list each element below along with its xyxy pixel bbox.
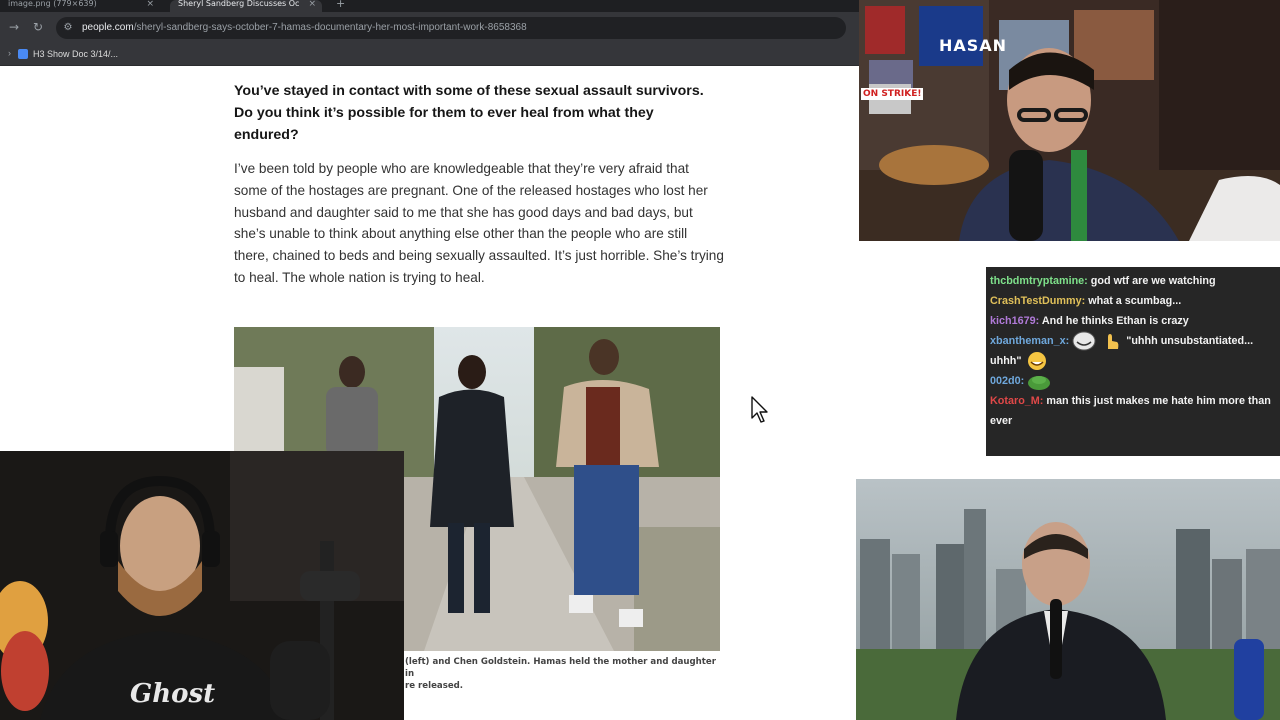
interview-question: You’ve stayed in contact with some of th… bbox=[234, 83, 704, 143]
shirt-logo-text: Ghost bbox=[130, 679, 216, 709]
url-path: /sheryl-sandberg-says-october-7-hamas-do… bbox=[133, 22, 527, 33]
close-tab-icon[interactable]: × bbox=[308, 0, 316, 9]
chat-username: 002d0: bbox=[990, 375, 1025, 388]
chat-message: thcbdmtryptamine: god wtf are we watchin… bbox=[990, 271, 1276, 291]
chat-username: Kotaro_M: bbox=[990, 395, 1044, 408]
webcam-bottom-left: Ghost bbox=[0, 451, 404, 720]
on-strike-sign: ON STRIKE! bbox=[861, 88, 924, 100]
tab-label: image.png (779×639) bbox=[8, 0, 97, 8]
caption-line-2: re released. bbox=[405, 681, 464, 691]
bookmark-h3-show-doc[interactable]: H3 Show Doc 3/14/... bbox=[18, 48, 118, 60]
tab-label: Sheryl Sandberg Discusses Oc bbox=[178, 0, 300, 8]
forward-icon[interactable]: → bbox=[6, 19, 22, 35]
article-body: You’ve stayed in contact with some of th… bbox=[234, 80, 734, 289]
caption-line-1: (left) and Chen Goldstein. Hamas held th… bbox=[405, 657, 716, 679]
chat-message: 002d0: bbox=[990, 371, 1276, 391]
browser-tab-strip: image.png (779×639) × Sheryl Sandberg Di… bbox=[0, 0, 860, 12]
chat-username: thcbdmtryptamine: bbox=[990, 275, 1088, 287]
chat-username: xbantheman_x: bbox=[990, 335, 1070, 347]
site-settings-icon[interactable]: ⚙ bbox=[62, 22, 74, 34]
url-input[interactable]: ⚙ people.com/sheryl-sandberg-says-octobe… bbox=[56, 17, 846, 39]
hasan-banner-text: HASAN bbox=[939, 36, 1008, 55]
troll-face-emote-icon bbox=[1072, 331, 1096, 351]
bookmark-label: H3 Show Doc 3/14/... bbox=[33, 49, 119, 59]
close-tab-icon[interactable]: × bbox=[146, 0, 154, 9]
interview-answer: I’ve been told by people who are knowled… bbox=[234, 161, 724, 285]
url-text: people.com/sheryl-sandberg-says-october-… bbox=[82, 22, 527, 34]
address-bar: → ↻ ⚙ people.com/sheryl-sandberg-says-oc… bbox=[0, 12, 860, 42]
chat-text: what a scumbag... bbox=[1085, 295, 1182, 307]
chat-message: CrashTestDummy: what a scumbag... bbox=[990, 291, 1276, 311]
chat-username: kich1679: bbox=[990, 315, 1040, 327]
stream-chat: thcbdmtryptamine: god wtf are we watchin… bbox=[986, 267, 1280, 456]
chat-text: And he thinks Ethan is crazy bbox=[1039, 315, 1189, 327]
laughing-emote-icon bbox=[1027, 352, 1046, 371]
chat-message: kich1679: And he thinks Ethan is crazy bbox=[990, 311, 1276, 331]
browser-tab-article[interactable]: Sheryl Sandberg Discusses Oc × bbox=[170, 0, 322, 12]
chat-text: god wtf are we watching bbox=[1087, 275, 1216, 287]
webcam-bottom-right bbox=[856, 479, 1280, 720]
chevron-right-icon: › bbox=[8, 48, 11, 58]
pepe-emote-icon bbox=[1028, 376, 1051, 391]
bookmarks-bar: › H3 Show Doc 3/14/... bbox=[0, 42, 860, 66]
browser-tab-image[interactable]: image.png (779×639) × bbox=[0, 0, 160, 12]
reload-icon[interactable]: ↻ bbox=[30, 19, 46, 35]
url-host: people.com bbox=[82, 22, 134, 33]
chat-message: Kotaro_M: man this just makes me hate hi… bbox=[990, 391, 1276, 431]
document-icon bbox=[18, 49, 28, 59]
mouse-cursor-icon bbox=[751, 396, 768, 423]
webcam-top-right: HASAN ON STRIKE! bbox=[859, 0, 1280, 241]
new-tab-button[interactable]: + bbox=[332, 0, 352, 12]
chat-username: CrashTestDummy: bbox=[990, 295, 1086, 307]
chat-message: xbantheman_x: "uhhh unsubstantiated... u… bbox=[990, 331, 1276, 371]
photo-caption: (left) and Chen Goldstein. Hamas held th… bbox=[405, 656, 725, 692]
pointing-hand-emote-icon bbox=[1108, 334, 1119, 350]
